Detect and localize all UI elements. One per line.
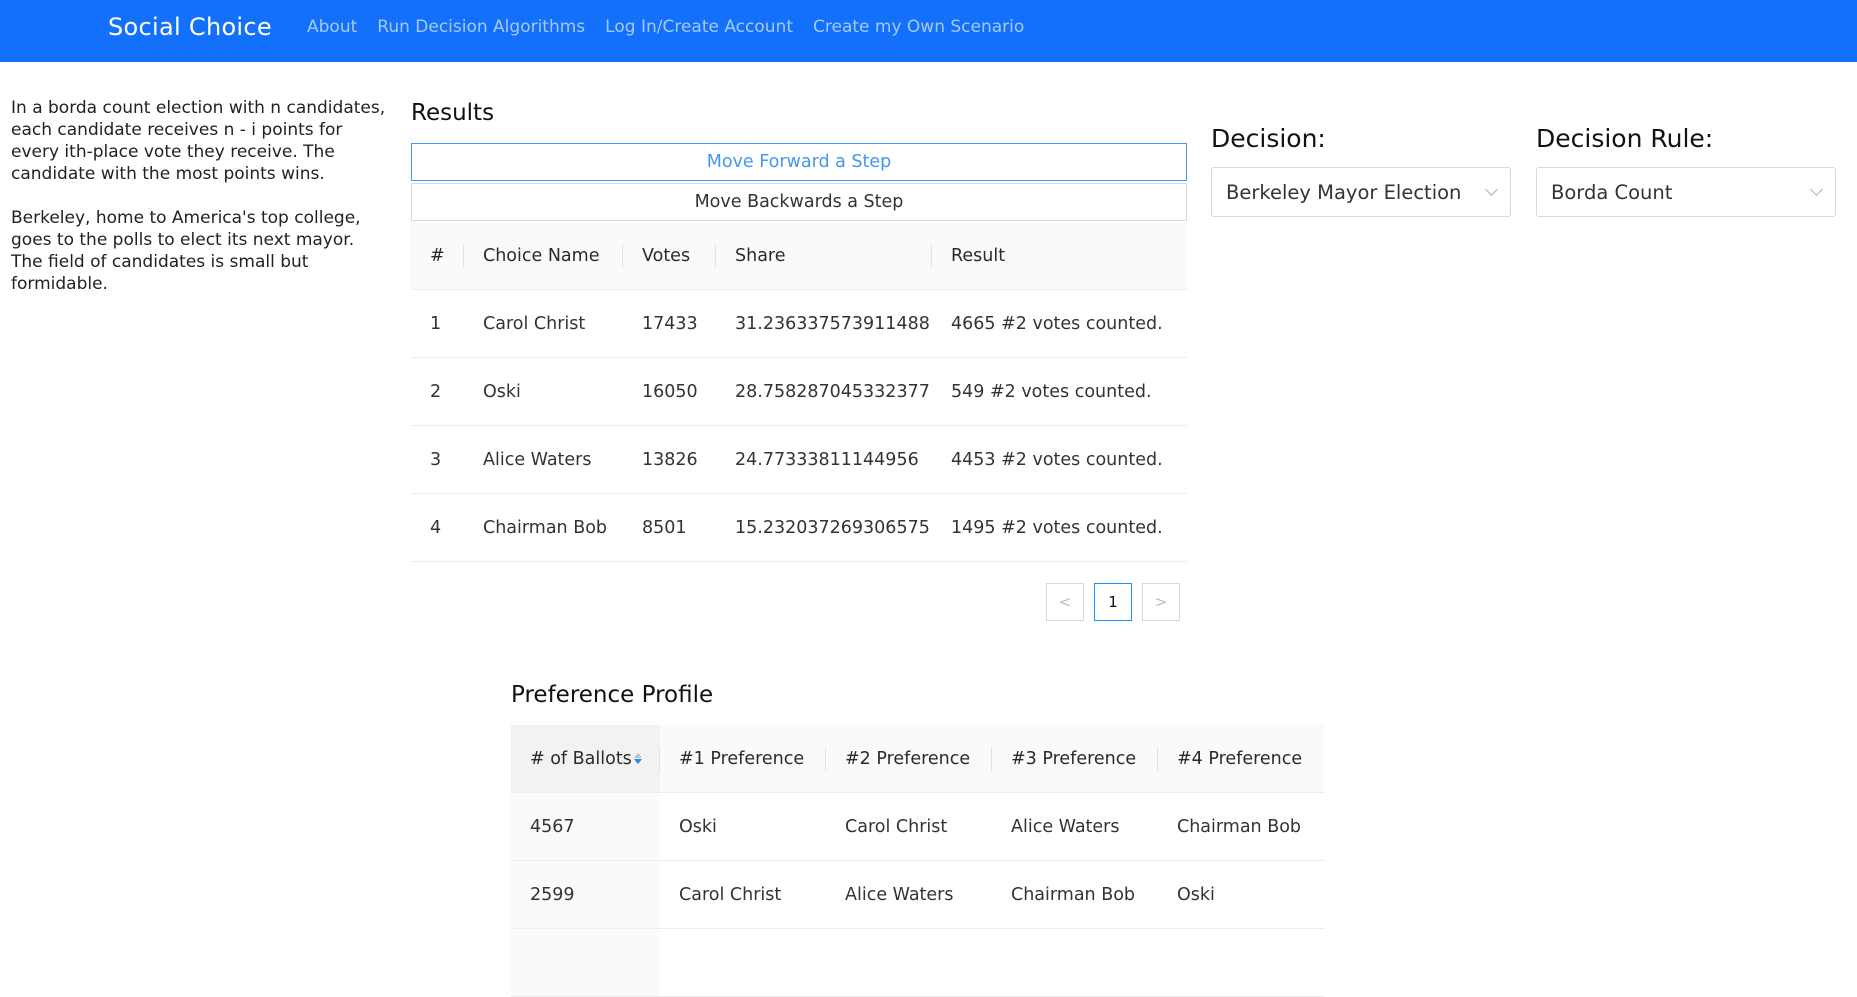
result-cell: 1495 #2 votes counted. bbox=[932, 493, 1187, 562]
column-header-pref-4: #4 Preference bbox=[1158, 725, 1324, 793]
pref-1-cell bbox=[660, 928, 826, 997]
column-header-share: Share bbox=[716, 222, 932, 290]
move-forward-button[interactable]: Move Forward a Step bbox=[411, 143, 1187, 181]
results-title: Results bbox=[411, 100, 495, 126]
preference-profile-title: Preference Profile bbox=[511, 682, 714, 708]
share-cell: 24.77333811144956 bbox=[716, 425, 932, 494]
preference-profile-table: # of Ballots #1 Preference #2 Preference… bbox=[511, 725, 1324, 997]
pref-3-cell bbox=[992, 928, 1158, 997]
pref-1-cell: Carol Christ bbox=[660, 860, 826, 929]
votes-cell: 8501 bbox=[623, 493, 716, 562]
share-cell: 15.232037269306575 bbox=[716, 493, 932, 562]
nav-link-create-scenario[interactable]: Create my Own Scenario bbox=[813, 17, 1024, 37]
result-cell: 4665 #2 votes counted. bbox=[932, 289, 1187, 358]
ballots-cell: 4567 bbox=[511, 792, 660, 861]
nav-link-login[interactable]: Log In/Create Account bbox=[605, 17, 793, 37]
result-cell: 549 #2 votes counted. bbox=[932, 357, 1187, 426]
rank-cell: 3 bbox=[411, 425, 464, 494]
column-header-result: Result bbox=[932, 222, 1187, 290]
column-header-pref-2: #2 Preference bbox=[826, 725, 992, 793]
rule-description: In a borda count election with n candida… bbox=[11, 98, 386, 184]
pagination: < 1 > bbox=[1046, 583, 1190, 621]
chevron-down-icon bbox=[1810, 182, 1823, 196]
table-header-row: # of Ballots #1 Preference #2 Preference… bbox=[511, 725, 1324, 793]
pref-2-cell: Alice Waters bbox=[826, 860, 992, 929]
pref-4-cell bbox=[1158, 928, 1324, 997]
rank-cell: 1 bbox=[411, 289, 464, 358]
rank-cell: 4 bbox=[411, 493, 464, 562]
move-backward-button[interactable]: Move Backwards a Step bbox=[411, 183, 1187, 221]
pref-4-cell: Oski bbox=[1158, 860, 1324, 929]
decision-label: Decision: bbox=[1211, 124, 1326, 153]
column-header-votes: Votes bbox=[623, 222, 716, 290]
votes-cell: 16050 bbox=[623, 357, 716, 426]
column-header-pref-3: #3 Preference bbox=[992, 725, 1158, 793]
column-header-pref-1: #1 Preference bbox=[660, 725, 826, 793]
decision-selected-value: Berkeley Mayor Election bbox=[1226, 180, 1462, 204]
brand-logo[interactable]: Social Choice bbox=[108, 13, 272, 41]
pref-3-cell: Alice Waters bbox=[992, 792, 1158, 861]
votes-cell: 13826 bbox=[623, 425, 716, 494]
choice-name-cell: Alice Waters bbox=[464, 425, 623, 494]
decision-rule-label: Decision Rule: bbox=[1536, 124, 1714, 153]
table-header-row: # Choice Name Votes Share Result bbox=[411, 222, 1187, 290]
column-header-choice-name: Choice Name bbox=[464, 222, 623, 290]
decision-select[interactable]: Berkeley Mayor Election bbox=[1211, 167, 1511, 217]
choice-name-cell: Oski bbox=[464, 357, 623, 426]
decision-rule-selected-value: Borda Count bbox=[1551, 180, 1673, 204]
column-header-rank: # bbox=[411, 222, 464, 290]
table-row: 4567 Oski Carol Christ Alice Waters Chai… bbox=[511, 792, 1324, 861]
nav-link-run-algorithms[interactable]: Run Decision Algorithms bbox=[377, 17, 585, 37]
table-row: 4 Chairman Bob 8501 15.232037269306575 1… bbox=[411, 493, 1187, 562]
decision-rule-select[interactable]: Borda Count bbox=[1536, 167, 1836, 217]
pref-3-cell: Chairman Bob bbox=[992, 860, 1158, 929]
sort-icon[interactable] bbox=[633, 753, 642, 764]
chevron-right-icon[interactable]: > bbox=[1142, 583, 1180, 621]
chevron-left-icon[interactable]: < bbox=[1046, 583, 1084, 621]
result-cell: 4453 #2 votes counted. bbox=[932, 425, 1187, 494]
pref-1-cell: Oski bbox=[660, 792, 826, 861]
share-cell: 28.758287045332377 bbox=[716, 357, 932, 426]
top-navbar: Social Choice About Run Decision Algorit… bbox=[0, 0, 1857, 62]
table-row bbox=[511, 928, 1324, 997]
share-cell: 31.236337573911488 bbox=[716, 289, 932, 358]
ballots-cell bbox=[511, 928, 660, 997]
scenario-text: Berkeley, home to America's top college,… bbox=[11, 208, 361, 294]
table-row: 2599 Carol Christ Alice Waters Chairman … bbox=[511, 860, 1324, 929]
chevron-down-icon bbox=[1485, 182, 1498, 196]
page-1-button[interactable]: 1 bbox=[1094, 583, 1132, 621]
pref-4-cell: Chairman Bob bbox=[1158, 792, 1324, 861]
pref-2-cell bbox=[826, 928, 992, 997]
results-table: # Choice Name Votes Share Result 1 Carol… bbox=[411, 222, 1187, 562]
choice-name-cell: Carol Christ bbox=[464, 289, 623, 358]
pref-2-cell: Carol Christ bbox=[826, 792, 992, 861]
choice-name-cell: Chairman Bob bbox=[464, 493, 623, 562]
rank-cell: 2 bbox=[411, 357, 464, 426]
ballots-header-label: # of Ballots bbox=[530, 748, 632, 769]
nav-links: About Run Decision Algorithms Log In/Cre… bbox=[307, 17, 1044, 37]
ballots-cell: 2599 bbox=[511, 860, 660, 929]
nav-link-about[interactable]: About bbox=[307, 17, 357, 37]
table-row: 3 Alice Waters 13826 24.77333811144956 4… bbox=[411, 425, 1187, 494]
table-row: 2 Oski 16050 28.758287045332377 549 #2 v… bbox=[411, 357, 1187, 426]
column-header-ballots[interactable]: # of Ballots bbox=[511, 725, 660, 793]
votes-cell: 17433 bbox=[623, 289, 716, 358]
table-row: 1 Carol Christ 17433 31.236337573911488 … bbox=[411, 289, 1187, 358]
scenario-description: In a borda count election with n candida… bbox=[11, 97, 386, 317]
